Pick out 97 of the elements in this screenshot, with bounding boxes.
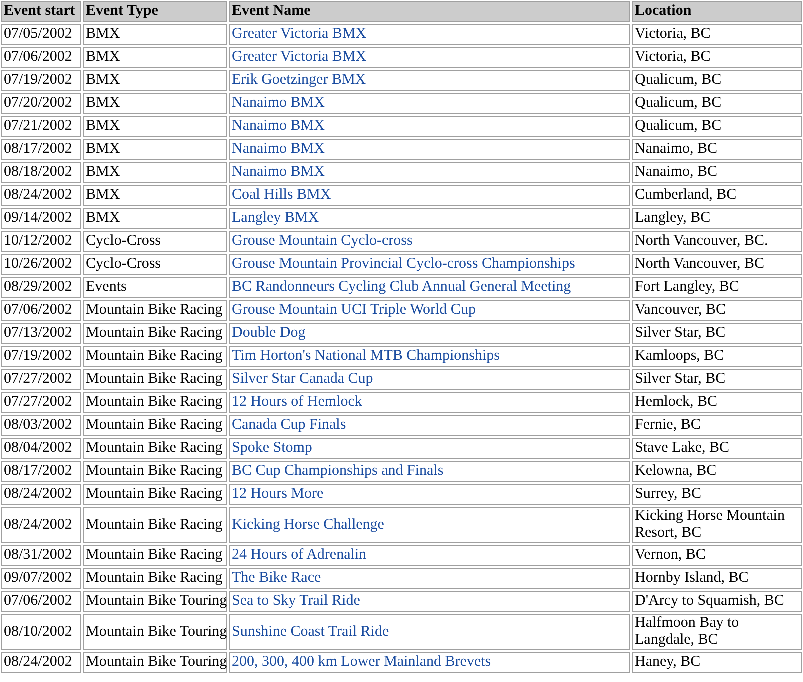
table-cell: Cumberland, BC [632, 185, 802, 206]
table-cell: Stave Lake, BC [632, 438, 802, 459]
table-cell: Cyclo-Cross [83, 254, 227, 275]
table-cell: 07/27/2002 [1, 392, 81, 413]
table-cell: BMX [83, 47, 227, 68]
table-cell: Qualicum, BC [632, 70, 802, 91]
table-cell: Mountain Bike Racing [83, 323, 227, 344]
table-cell: 07/27/2002 [1, 369, 81, 390]
table-cell: Vancouver, BC [632, 300, 802, 321]
table-cell: Mountain Bike Touring [83, 614, 227, 650]
table-cell: Mountain Bike Racing [83, 369, 227, 390]
table-cell: 08/24/2002 [1, 507, 81, 543]
table-cell: 08/31/2002 [1, 545, 81, 566]
table-cell: Haney, BC [632, 652, 802, 673]
table-cell: Victoria, BC [632, 47, 802, 68]
table-cell: Mountain Bike Racing [83, 415, 227, 436]
event-link[interactable]: Nanaimo BMX [232, 141, 325, 157]
table-cell: Mountain Bike Racing [83, 461, 227, 482]
event-link[interactable]: Nanaimo BMX [232, 118, 325, 134]
table-cell: Mountain Bike Racing [83, 300, 227, 321]
table-cell: 09/07/2002 [1, 568, 81, 589]
event-link[interactable]: Coal Hills BMX [232, 187, 332, 203]
table-cell: 08/24/2002 [1, 652, 81, 673]
table-cell: Mountain Bike Racing [83, 484, 227, 505]
table-cell: Kelowna, BC [632, 461, 802, 482]
table-cell: BMX [83, 162, 227, 183]
event-link[interactable]: Nanaimo BMX [232, 164, 325, 180]
table-cell: Mountain Bike Racing [83, 438, 227, 459]
table-cell: Nanaimo, BC [632, 139, 802, 160]
table-cell: Surrey, BC [632, 484, 802, 505]
column-header: Location [632, 1, 802, 22]
event-link[interactable]: Double Dog [232, 325, 306, 341]
table-cell: 07/21/2002 [1, 116, 81, 137]
table-cell: Mountain Bike Racing [83, 545, 227, 566]
table-cell: Silver Star, BC [632, 323, 802, 344]
table-cell: Mountain Bike Racing [83, 346, 227, 367]
table-cell: Halfmoon Bay to Langdale, BC [632, 614, 802, 650]
table-cell: Events [83, 277, 227, 298]
table-cell: BMX [83, 70, 227, 91]
event-link[interactable]: Spoke Stomp [232, 440, 312, 456]
table-cell: Fernie, BC [632, 415, 802, 436]
table-cell: 08/24/2002 [1, 484, 81, 505]
table-cell: Mountain Bike Racing [83, 507, 227, 543]
event-link[interactable]: Kicking Horse Challenge [232, 516, 384, 532]
table-cell: Silver Star, BC [632, 369, 802, 390]
event-link[interactable]: 12 Hours More [232, 486, 324, 502]
table-cell: 08/04/2002 [1, 438, 81, 459]
table-cell: Mountain Bike Touring [83, 591, 227, 612]
event-link[interactable]: Langley BMX [232, 210, 320, 226]
table-cell: BMX [83, 208, 227, 229]
table-cell: Hornby Island, BC [632, 568, 802, 589]
table-cell: 08/03/2002 [1, 415, 81, 436]
table-cell: Mountain Bike Racing [83, 568, 227, 589]
table-cell: BMX [83, 93, 227, 114]
table-cell: D'Arcy to Squamish, BC [632, 591, 802, 612]
table-cell: Nanaimo, BC [632, 162, 802, 183]
table-cell: Kamloops, BC [632, 346, 802, 367]
table-cell: 07/13/2002 [1, 323, 81, 344]
table-cell: Langley, BC [632, 208, 802, 229]
table-cell: 07/06/2002 [1, 300, 81, 321]
table-cell: 08/17/2002 [1, 461, 81, 482]
table-cell: Kicking Horse Mountain Resort, BC [632, 507, 802, 543]
table-cell: Hemlock, BC [632, 392, 802, 413]
table-cell: Vernon, BC [632, 545, 802, 566]
table-cell: 09/14/2002 [1, 208, 81, 229]
table-cell: 07/19/2002 [1, 70, 81, 91]
table-cell: 07/06/2002 [1, 47, 81, 68]
table-cell: 08/10/2002 [1, 614, 81, 650]
column-header: Event start [1, 1, 81, 22]
table-cell: 10/26/2002 [1, 254, 81, 275]
table-cell: BMX [83, 24, 227, 45]
table-cell: Qualicum, BC [632, 93, 802, 114]
table-cell: 07/20/2002 [1, 93, 81, 114]
table-cell: Mountain Bike Touring [83, 652, 227, 673]
table-cell: Victoria, BC [632, 24, 802, 45]
table-cell: 10/12/2002 [1, 231, 81, 252]
table-cell: Mountain Bike Racing [83, 392, 227, 413]
table-cell: BMX [83, 116, 227, 137]
table-cell: 08/24/2002 [1, 185, 81, 206]
table-cell: 08/29/2002 [1, 277, 81, 298]
event-link[interactable]: Sunshine Coast Trail Ride [232, 624, 390, 640]
table-cell: 08/17/2002 [1, 139, 81, 160]
table-cell: BMX [83, 185, 227, 206]
event-link[interactable]: Nanaimo BMX [232, 95, 325, 111]
column-header: Event Type [83, 1, 227, 22]
event-link[interactable]: The Bike Race [232, 570, 322, 586]
table-cell: Fort Langley, BC [632, 277, 802, 298]
table-cell: 07/05/2002 [1, 24, 81, 45]
table-cell: Qualicum, BC [632, 116, 802, 137]
table-cell: BMX [83, 139, 227, 160]
table-cell: North Vancouver, BC [632, 254, 802, 275]
table-cell: Cyclo-Cross [83, 231, 227, 252]
table-cell: 07/19/2002 [1, 346, 81, 367]
table-cell: North Vancouver, BC. [632, 231, 802, 252]
column-header: Event Name [229, 1, 630, 22]
table-cell: 07/06/2002 [1, 591, 81, 612]
table-cell: 08/18/2002 [1, 162, 81, 183]
